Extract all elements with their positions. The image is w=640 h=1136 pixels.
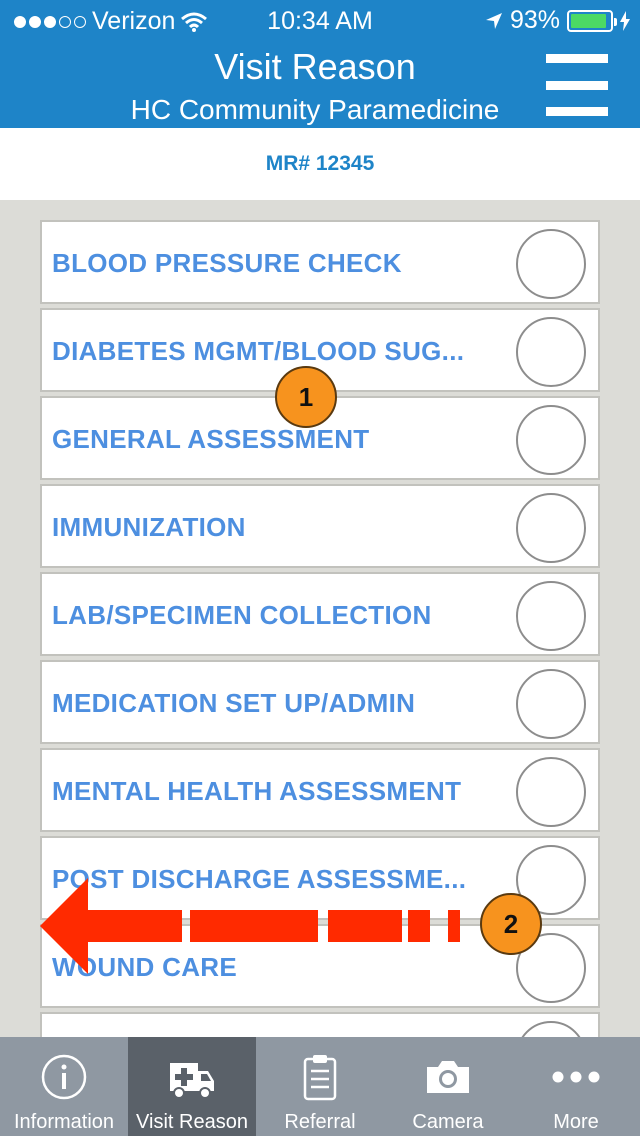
tab-visit-reason[interactable]: Visit Reason — [128, 1037, 256, 1136]
visit-reason-item[interactable]: MEDICATION SET UP/ADMIN — [40, 660, 600, 744]
tab-more[interactable]: More — [512, 1037, 640, 1136]
visit-reason-radio[interactable] — [516, 229, 586, 299]
ambulance-icon — [170, 1063, 214, 1099]
visit-reason-radio[interactable] — [516, 581, 586, 651]
visit-reason-item[interactable]: LAB/SPECIMEN COLLECTION — [40, 572, 600, 656]
visit-reason-label: DIABETES MGMT/BLOOD SUG... — [52, 336, 465, 366]
visit-reason-label: MENTAL HEALTH ASSESSMENT — [52, 776, 462, 806]
battery-icon — [567, 9, 617, 32]
visit-reason-label: BLOOD PRESSURE CHECK — [52, 248, 402, 278]
annotation-badge-2: 2 — [480, 893, 542, 955]
visit-reason-label: IMMUNIZATION — [52, 512, 246, 542]
tab-label: Referral — [284, 1111, 356, 1133]
tab-label: More — [553, 1111, 599, 1133]
tab-label: Information — [13, 1111, 115, 1133]
info-icon — [41, 1054, 87, 1100]
location-arrow-icon — [485, 12, 502, 29]
battery-percent: 93% — [509, 6, 560, 34]
status-right-group: 93% — [485, 6, 630, 35]
camera-icon — [427, 1061, 469, 1093]
status-bar: Verizon 10:34 AM 93% — [0, 0, 640, 40]
clipboard-icon — [303, 1055, 337, 1101]
page-title: Visit Reason — [214, 46, 416, 87]
swipe-left-arrow-icon — [40, 878, 460, 974]
medical-record-number: MR# 12345 — [0, 128, 640, 200]
annotation-badge-1: 1 — [275, 366, 337, 428]
tab-label: Camera — [412, 1111, 484, 1133]
navigation-header: Visit Reason HC Community Paramedicine — [0, 40, 640, 128]
visit-reason-radio[interactable] — [516, 669, 586, 739]
more-dots-icon — [552, 1071, 600, 1083]
visit-reason-item[interactable]: IMMUNIZATION — [40, 484, 600, 568]
tab-referral[interactable]: Referral — [256, 1037, 384, 1136]
visit-reason-radio[interactable] — [516, 405, 586, 475]
tab-information[interactable]: Information — [0, 1037, 128, 1136]
visit-reason-item[interactable]: MENTAL HEALTH ASSESSMENT — [40, 748, 600, 832]
visit-reason-label: MEDICATION SET UP/ADMIN — [52, 688, 416, 718]
charging-bolt-icon — [620, 10, 630, 31]
visit-reason-radio[interactable] — [516, 317, 586, 387]
visit-reason-radio[interactable] — [516, 493, 586, 563]
visit-reason-radio[interactable] — [516, 757, 586, 827]
tab-bar: Information Visit Reason Referral Camera… — [0, 1037, 640, 1136]
visit-reason-item[interactable]: BLOOD PRESSURE CHECK — [40, 220, 600, 304]
tab-camera[interactable]: Camera — [384, 1037, 512, 1136]
page-subtitle: HC Community Paramedicine — [130, 94, 500, 125]
visit-reason-label: LAB/SPECIMEN COLLECTION — [52, 600, 432, 630]
tab-label: Visit Reason — [136, 1111, 248, 1133]
hamburger-menu-button[interactable] — [546, 54, 608, 116]
visit-reason-label: GENERAL ASSESSMENT — [52, 424, 370, 454]
